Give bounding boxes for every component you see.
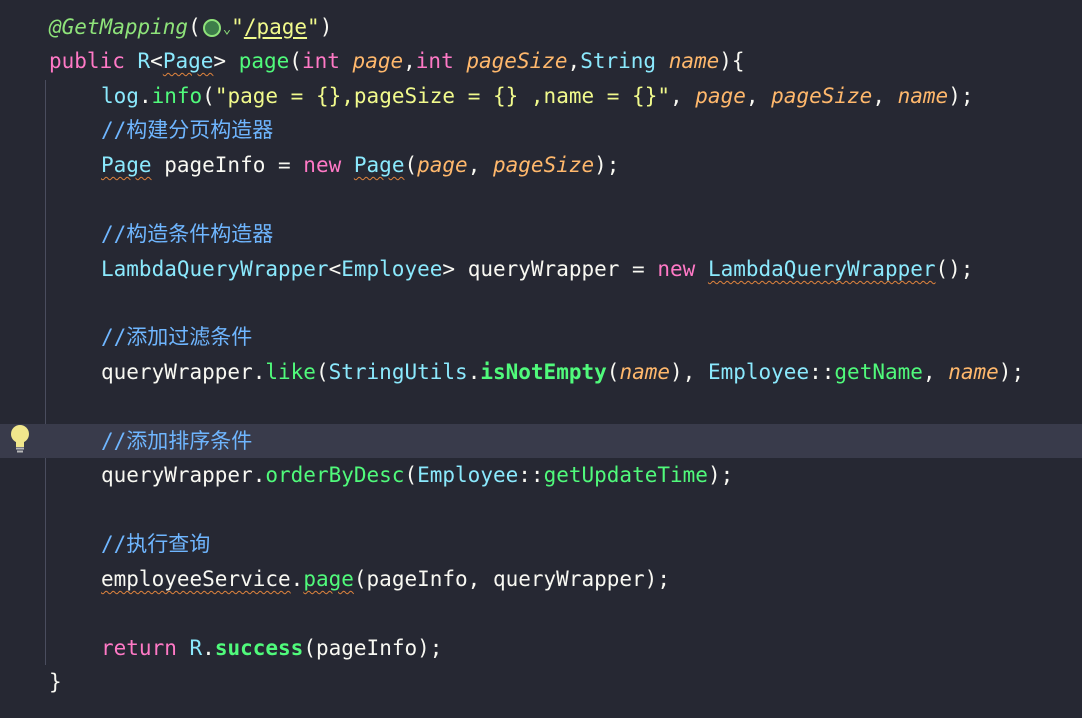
comment: //构造条件构造器 — [101, 222, 274, 246]
code-line-13[interactable]: employeeService.page(pageInfo, queryWrap… — [0, 562, 1082, 596]
annotation-getmapping: @GetMapping — [49, 15, 189, 39]
chevron-down-icon[interactable]: ⌄ — [223, 12, 231, 46]
code-line-15[interactable]: } — [0, 665, 1082, 699]
code-editor[interactable]: @GetMapping(⌄"/page") public R<Page> pag… — [0, 0, 1082, 718]
code-line-9[interactable]: queryWrapper.like(StringUtils.isNotEmpty… — [0, 355, 1082, 389]
comment: //添加过滤条件 — [101, 325, 253, 349]
code-line-14[interactable]: return R.success(pageInfo); — [0, 631, 1082, 665]
code-line-8[interactable]: //添加过滤条件 — [0, 320, 1082, 354]
lightbulb-icon[interactable] — [9, 424, 31, 454]
mapping-path-link[interactable]: /page — [244, 15, 307, 39]
method-name: page — [238, 49, 290, 73]
code-line-3[interactable]: log.info("page = {},pageSize = {} ,name … — [0, 79, 1082, 113]
comment: //添加排序条件 — [101, 429, 253, 453]
closing-brace: } — [49, 670, 62, 694]
code-line-1[interactable]: @GetMapping(⌄"/page") — [0, 10, 1082, 44]
code-line-5[interactable]: Page pageInfo = new Page(page, pageSize)… — [0, 148, 1082, 182]
code-line-10-current[interactable]: //添加排序条件 — [0, 424, 1082, 458]
code-line-2[interactable]: public R<Page> page(int page,int pageSiz… — [0, 44, 1082, 78]
comment: //构建分页构造器 — [101, 118, 274, 142]
code-line-12[interactable]: //执行查询 — [0, 527, 1082, 561]
code-line-7[interactable]: LambdaQueryWrapper<Employee> queryWrappe… — [0, 252, 1082, 286]
code-line-11[interactable]: queryWrapper.orderByDesc(Employee::getUp… — [0, 458, 1082, 492]
globe-icon[interactable] — [202, 19, 221, 37]
code-line-6[interactable]: //构造条件构造器 — [0, 217, 1082, 251]
comment: //执行查询 — [101, 532, 211, 556]
code-line-4[interactable]: //构建分页构造器 — [0, 113, 1082, 147]
